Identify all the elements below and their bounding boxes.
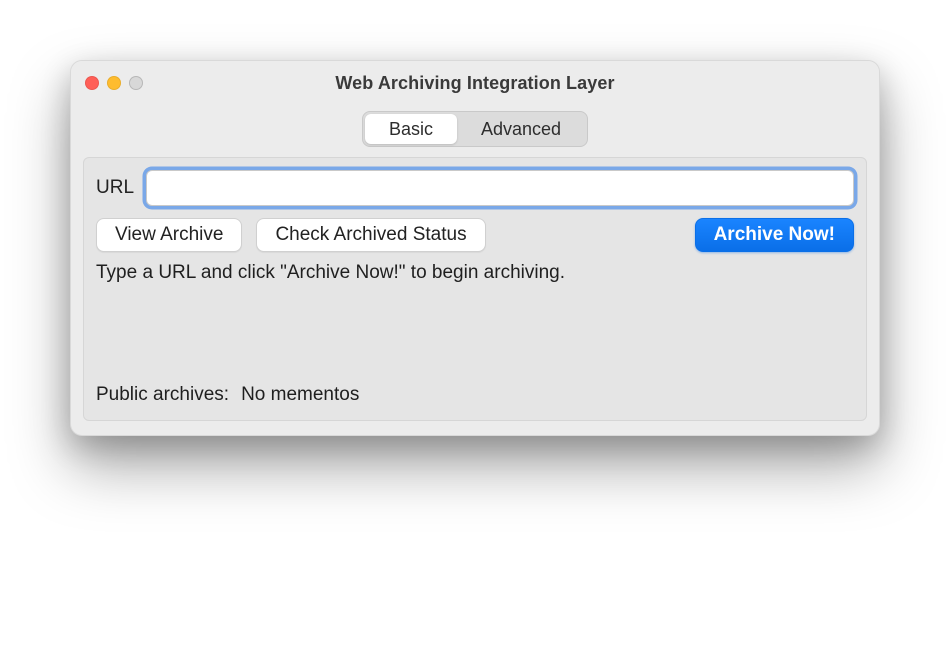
minimize-icon[interactable] xyxy=(107,76,121,90)
content-area: Basic Advanced URL View Archive Check Ar… xyxy=(71,105,879,435)
view-archive-button[interactable]: View Archive xyxy=(96,218,242,252)
button-row: View Archive Check Archived Status Archi… xyxy=(96,218,854,252)
url-row: URL xyxy=(96,170,854,206)
basic-panel: URL View Archive Check Archived Status A… xyxy=(83,157,867,421)
titlebar: Web Archiving Integration Layer xyxy=(71,61,879,105)
tab-advanced[interactable]: Advanced xyxy=(457,114,585,144)
archive-now-button[interactable]: Archive Now! xyxy=(695,218,854,252)
tabbar: Basic Advanced xyxy=(83,105,867,157)
public-archives-row: Public archives: No mementos xyxy=(96,384,854,406)
url-input-wrap xyxy=(146,170,854,206)
window-title: Web Archiving Integration Layer xyxy=(85,73,865,94)
url-input[interactable] xyxy=(146,170,854,206)
public-archives-status: No mementos xyxy=(241,384,359,406)
public-archives-label: Public archives: xyxy=(96,384,229,406)
maximize-icon[interactable] xyxy=(129,76,143,90)
segmented-control: Basic Advanced xyxy=(362,111,588,147)
check-archived-status-button[interactable]: Check Archived Status xyxy=(256,218,485,252)
tab-basic[interactable]: Basic xyxy=(365,114,457,144)
app-window: Web Archiving Integration Layer Basic Ad… xyxy=(70,60,880,436)
url-label: URL xyxy=(96,177,134,199)
window-controls xyxy=(85,76,143,90)
close-icon[interactable] xyxy=(85,76,99,90)
instruction-text: Type a URL and click "Archive Now!" to b… xyxy=(96,262,854,284)
